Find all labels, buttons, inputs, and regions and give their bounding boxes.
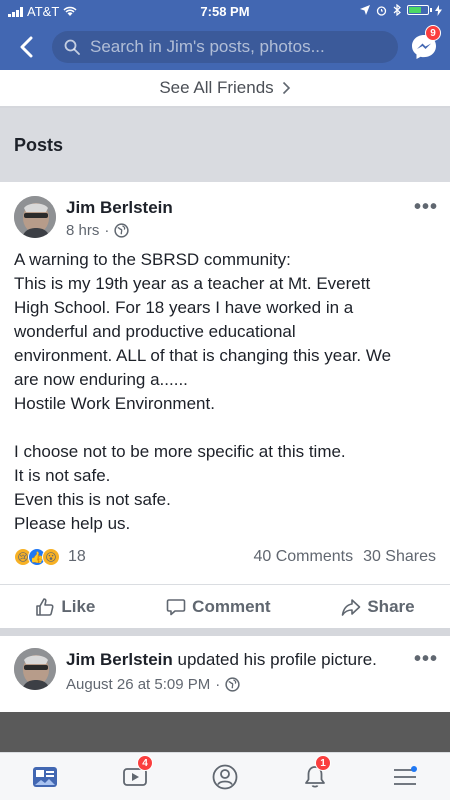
tab-news-feed[interactable] xyxy=(25,757,65,797)
status-bar: AT&T 7:58 PM xyxy=(0,0,450,22)
tab-profile[interactable] xyxy=(205,757,245,797)
app-header: AT&T 7:58 PM Search in Jim's posts, phot… xyxy=(0,0,450,70)
messenger-button[interactable]: 9 xyxy=(408,25,441,63)
globe-icon xyxy=(225,677,240,692)
avatar[interactable] xyxy=(14,196,56,238)
tab-watch[interactable]: 4 xyxy=(115,754,155,797)
post-card: Jim Berlstein updated his profile pictur… xyxy=(0,636,450,712)
post-text-line xyxy=(14,416,439,440)
post-text-line: This is my 19th year as a teacher at Mt.… xyxy=(14,274,371,293)
avatar[interactable] xyxy=(14,648,56,690)
wow-reaction-icon: 😮 xyxy=(42,548,60,566)
profile-photo xyxy=(14,648,56,690)
see-all-friends-label: See All Friends xyxy=(159,78,274,97)
comment-button[interactable]: Comment xyxy=(166,596,271,617)
search-icon xyxy=(64,39,80,55)
alarm-icon xyxy=(376,5,387,16)
messenger-badge: 9 xyxy=(425,25,441,41)
post-options-button[interactable]: ••• xyxy=(414,196,438,219)
share-button[interactable]: Share xyxy=(341,596,415,617)
charging-icon xyxy=(435,4,442,16)
shares-count-link[interactable]: 30 Shares xyxy=(363,548,436,566)
meta-separator: · xyxy=(215,676,221,693)
comment-icon xyxy=(166,598,186,615)
post-activity: updated his profile picture. xyxy=(177,650,377,669)
post-text-line: are now enduring a...... xyxy=(14,370,188,389)
tab-notifications[interactable]: 1 xyxy=(295,754,335,797)
bottom-tab-bar: 4 1 xyxy=(0,752,450,800)
post-text-line: A warning to the SBRSD community: xyxy=(14,250,291,269)
post-text-line: Even this is not safe. xyxy=(14,490,171,509)
thumbs-up-icon xyxy=(36,597,54,616)
profile-icon xyxy=(212,764,238,789)
profile-picture-preview[interactable] xyxy=(0,712,450,752)
post-time[interactable]: August 26 at 5:09 PM xyxy=(66,676,210,693)
post-text-line: I choose not to be more specific at this… xyxy=(14,442,346,461)
post-text-line: Please help us. xyxy=(14,514,131,533)
search-input[interactable]: Search in Jim's posts, photos... xyxy=(52,31,398,63)
like-label: Like xyxy=(61,596,96,616)
post-author[interactable]: Jim Berlstein xyxy=(66,198,173,218)
tab-menu[interactable] xyxy=(385,757,425,797)
chevron-left-icon xyxy=(20,36,33,58)
post-card: Jim Berlstein 8 hrs · ••• A warning to t… xyxy=(0,182,450,628)
comments-count-link[interactable]: 40 Comments xyxy=(253,548,353,566)
meta-separator: · xyxy=(104,222,110,239)
post-text-line: It is not safe. xyxy=(14,466,111,485)
notifications-badge: 1 xyxy=(315,754,331,771)
share-icon xyxy=(342,598,361,616)
back-button[interactable] xyxy=(14,34,38,60)
post-text-line: wonderful and productive educational xyxy=(14,322,296,341)
share-label: Share xyxy=(367,596,415,616)
see-all-friends-link[interactable]: See All Friends xyxy=(0,70,450,106)
comment-label: Comment xyxy=(192,596,271,616)
post-time[interactable]: 8 hrs xyxy=(66,222,99,239)
battery-icon xyxy=(407,5,432,15)
profile-photo xyxy=(14,196,56,238)
video-badge: 4 xyxy=(137,754,153,771)
globe-icon xyxy=(114,223,129,238)
posts-section-title: Posts xyxy=(0,108,450,182)
post-text-line: High School. For 18 years I have worked … xyxy=(14,298,354,317)
post-text-line: environment. ALL of that is changing thi… xyxy=(14,346,392,365)
menu-icon xyxy=(394,765,417,785)
location-arrow-icon xyxy=(360,5,370,15)
post-author[interactable]: Jim Berlstein xyxy=(66,650,173,669)
post-actions: Like Comment Share xyxy=(0,584,450,628)
reactions-summary[interactable]: 😢 👍 😮 18 xyxy=(14,548,86,566)
post-text-line: Hostile Work Environment. xyxy=(14,394,215,413)
reaction-count: 18 xyxy=(68,548,86,565)
post-divider xyxy=(0,628,450,636)
post-options-button[interactable]: ••• xyxy=(414,648,438,671)
like-button[interactable]: Like xyxy=(35,597,95,617)
search-placeholder: Search in Jim's posts, photos... xyxy=(90,37,325,56)
post-text: A warning to the SBRSD community: This i… xyxy=(14,248,439,536)
bluetooth-icon xyxy=(393,4,401,16)
chevron-right-icon xyxy=(282,81,290,95)
news-feed-icon xyxy=(33,766,57,787)
